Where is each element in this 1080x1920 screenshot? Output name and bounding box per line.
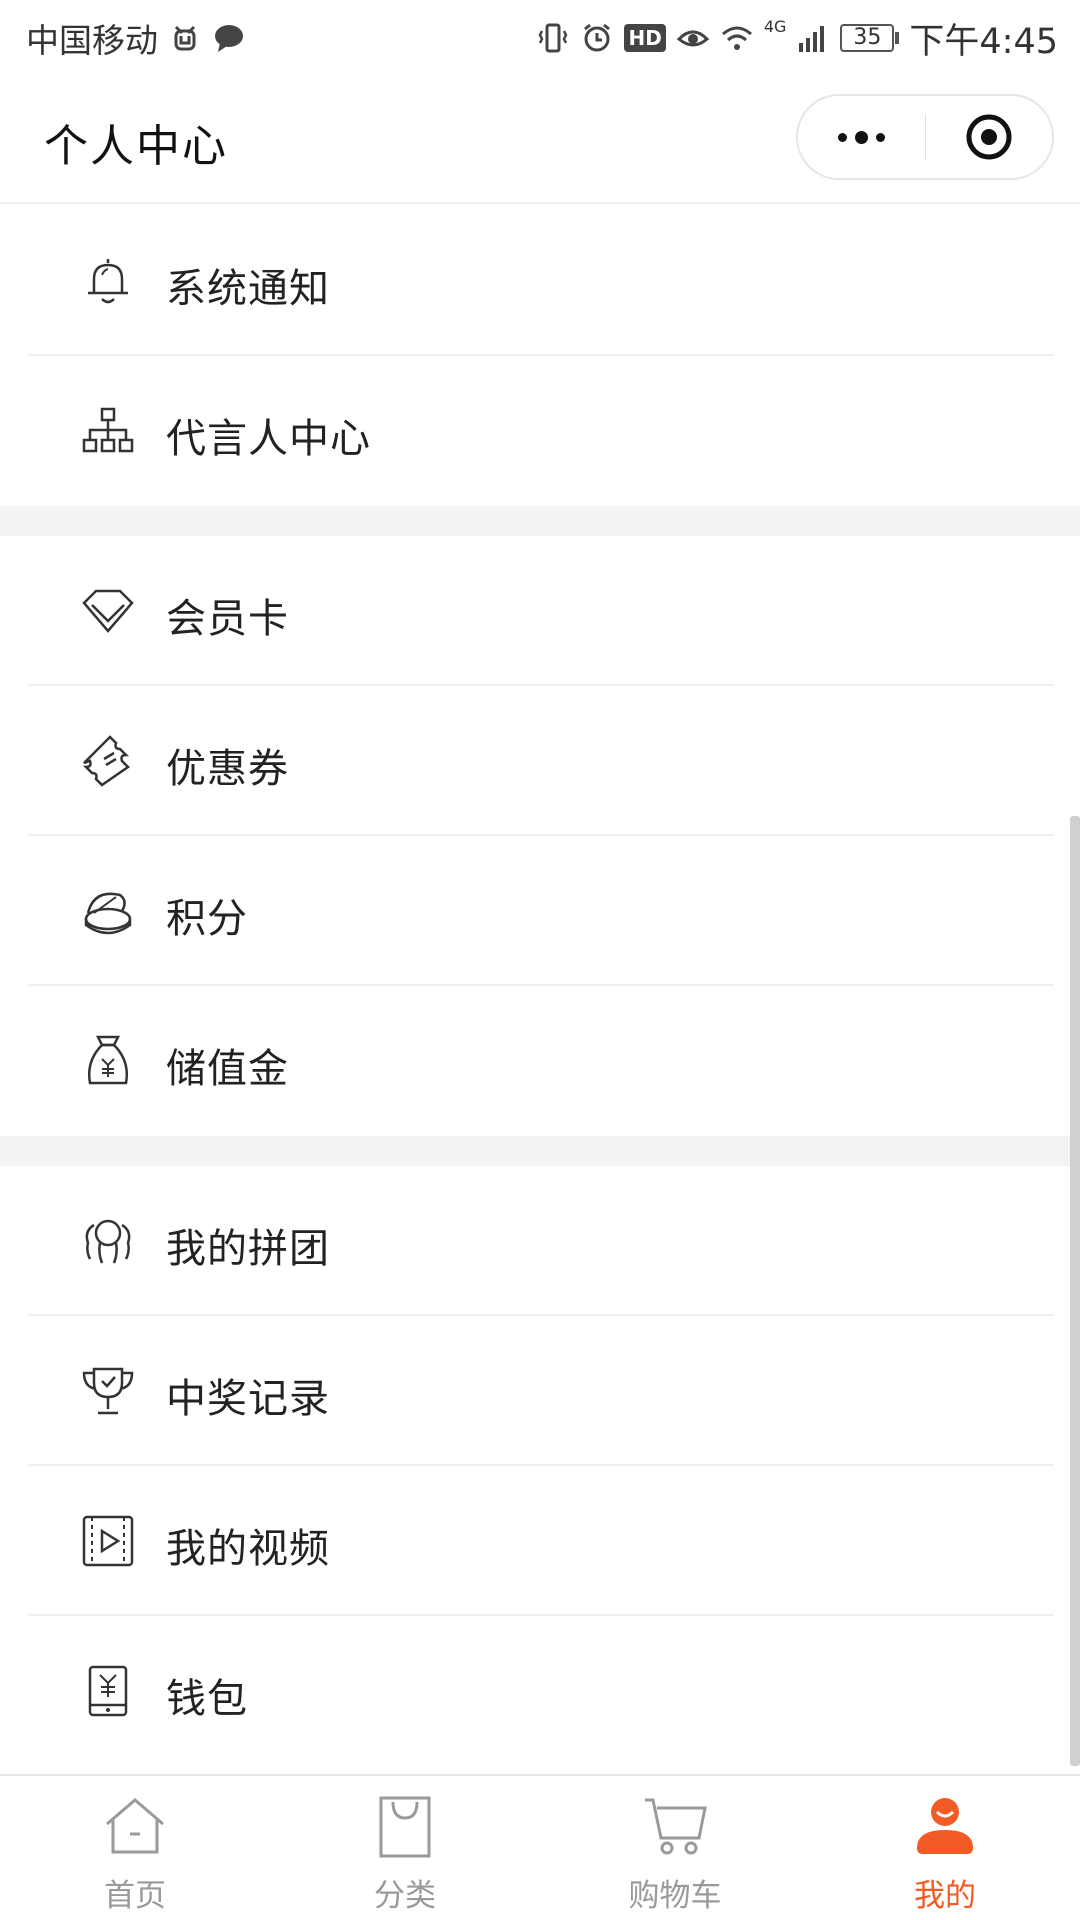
menu-item-label: 积分 — [166, 896, 248, 942]
money-bag-icon — [88, 1035, 128, 1085]
status-bar-right: HD 4G 35 下午4:45 — [536, 14, 1058, 62]
menu-item-prize-record[interactable]: 中奖记录 — [0, 1316, 1080, 1466]
menu-item-label: 我的视频 — [166, 1526, 330, 1572]
menu-item-label: 中奖记录 — [166, 1376, 330, 1422]
menu-item-label: 系统通知 — [166, 266, 330, 312]
tab-mine[interactable]: 我的 — [810, 1776, 1080, 1920]
menu-item-coupon[interactable]: 优惠券 — [0, 686, 1080, 836]
menu-item-label: 钱包 — [166, 1676, 248, 1722]
tab-label: 首页 — [104, 1878, 166, 1914]
menu-item-spokesperson-center[interactable]: 代言人中心 — [0, 356, 1080, 506]
tab-label: 我的 — [914, 1878, 976, 1914]
section-gap — [0, 506, 1080, 536]
home-icon — [106, 1798, 164, 1854]
menu-list: 系统通知 代言人中心 会员卡 优惠券 积分 储值金 我的拼团 中奖记录 我的视频… — [0, 206, 1080, 1766]
tab-home[interactable]: 首页 — [0, 1776, 270, 1920]
diamond-icon — [82, 589, 134, 633]
trophy-icon — [82, 1367, 134, 1415]
tab-label: 分类 — [374, 1878, 436, 1914]
bag-icon — [379, 1796, 431, 1858]
close-button[interactable] — [925, 96, 1052, 178]
menu-item-points[interactable]: 积分 — [0, 836, 1080, 986]
battery-level: 35 — [840, 24, 895, 52]
org-chart-icon — [82, 407, 134, 453]
target-icon — [966, 114, 1012, 160]
video-icon — [82, 1515, 134, 1567]
message-bubble-icon — [215, 25, 243, 52]
more-dots-icon — [837, 130, 885, 144]
tab-label: 购物车 — [628, 1878, 722, 1914]
network-type: 4G — [763, 16, 787, 36]
carrier-name: 中国移动 — [26, 21, 158, 60]
menu-item-system-notice[interactable]: 系统通知 — [0, 206, 1080, 356]
eye-icon — [676, 30, 710, 47]
menu-item-member-card[interactable]: 会员卡 — [0, 536, 1080, 686]
menu-item-stored-value[interactable]: 储值金 — [0, 986, 1080, 1136]
status-bar-left: 中国移动 — [26, 14, 246, 62]
group-icon — [85, 1219, 131, 1264]
menu-item-label: 我的拼团 — [166, 1226, 330, 1272]
tab-bar: 首页 分类 购物车 我的 — [0, 1774, 1080, 1920]
tab-cart[interactable]: 购物车 — [540, 1776, 810, 1920]
status-bar: 中国移动 HD 4G 35 下午4:45 — [0, 0, 1080, 76]
section-gap — [0, 1136, 1080, 1166]
scrollbar[interactable] — [1070, 816, 1080, 1766]
user-icon — [917, 1798, 973, 1854]
page-title: 个人中心 — [44, 121, 228, 172]
alarm-icon — [584, 23, 611, 52]
signal-icon — [799, 26, 825, 52]
cart-icon — [645, 1798, 707, 1855]
menu-item-my-video[interactable]: 我的视频 — [0, 1466, 1080, 1616]
menu-item-label: 优惠券 — [166, 746, 289, 792]
menu-item-group-buy[interactable]: 我的拼团 — [0, 1166, 1080, 1316]
battery-icon: 35 — [840, 24, 900, 52]
menu-item-wallet[interactable]: 钱包 — [0, 1616, 1080, 1766]
wallet-icon — [88, 1665, 128, 1717]
menu-item-label: 会员卡 — [166, 596, 289, 642]
vibrate-icon — [539, 23, 568, 53]
hd-badge: HD — [624, 24, 666, 52]
wifi-icon — [721, 26, 752, 50]
alarm-clock-icon — [174, 25, 196, 51]
clock-time: 下午4:45 — [909, 21, 1058, 62]
bell-icon — [88, 259, 128, 304]
ticket-icon — [82, 735, 130, 787]
nav-header: 个人中心 — [0, 76, 1080, 204]
tab-category[interactable]: 分类 — [270, 1776, 540, 1920]
more-button[interactable] — [798, 96, 925, 178]
menu-item-label: 储值金 — [166, 1046, 289, 1092]
coins-icon — [84, 892, 132, 935]
menu-item-label: 代言人中心 — [166, 416, 371, 462]
mini-program-capsule — [796, 94, 1054, 180]
